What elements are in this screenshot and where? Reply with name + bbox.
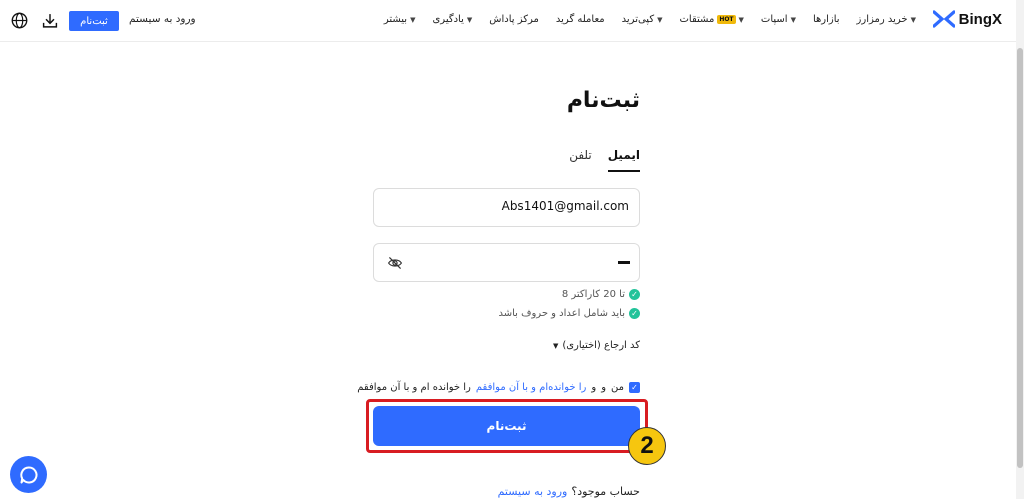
header-login-link[interactable]: ورود به سیستم <box>129 13 196 25</box>
account-question: حساب موجود؟ <box>571 485 640 498</box>
terms-link[interactable]: را خوانده‌ام و با آن موافقم <box>476 382 586 393</box>
nav-item-more[interactable]: بیشتر ▼ <box>384 14 416 25</box>
password-mask <box>618 261 630 264</box>
check-circle-icon: ✓ <box>629 308 640 319</box>
referral-label: کد ارجاع (اختیاری) <box>562 340 640 351</box>
caret-down-icon: ▼ <box>657 15 663 24</box>
nav-item-derivatives[interactable]: مشتقات HOT ▼ <box>679 14 743 25</box>
caret-down-icon: ▼ <box>790 15 796 24</box>
chat-bubble-icon <box>19 465 37 483</box>
terms-suffix: را خوانده ام و با آن موافقم <box>357 382 471 393</box>
email-field[interactable] <box>373 188 640 227</box>
email-input[interactable] <box>389 199 629 213</box>
nav-item-learn[interactable]: یادگیری ▼ <box>432 14 472 25</box>
bingx-logo-icon <box>932 10 955 28</box>
page-title: ثبت‌نام <box>566 88 640 113</box>
caret-down-icon: ▼ <box>738 15 744 24</box>
signup-method-tabs: ایمیل تلفن <box>569 148 640 172</box>
brand-logo[interactable]: BingX <box>932 10 1002 28</box>
signup-submit-button[interactable]: ثبت‌نام <box>373 406 640 446</box>
terms-word-1: و <box>601 382 607 393</box>
caret-down-icon: ▼ <box>466 15 473 24</box>
top-header: ثبت‌نام ورود به سیستم خرید رمزارز ▼ بازار… <box>0 0 1024 42</box>
nav-item-buy-crypto[interactable]: خرید رمزارز ▼ <box>857 14 916 25</box>
step-number-badge: 2 <box>628 427 666 465</box>
terms-prefix: من <box>611 382 624 393</box>
nav-label: بیشتر <box>383 14 408 25</box>
referral-code-toggle[interactable]: کد ارجاع (اختیاری) ▼ <box>553 340 640 351</box>
caret-down-icon: ▼ <box>910 15 916 24</box>
nav-item-grid-trading[interactable]: معامله گرید <box>556 14 605 25</box>
eye-slash-icon[interactable] <box>387 255 403 271</box>
password-field[interactable] <box>373 243 640 282</box>
nav-item-spot[interactable]: اسپات ▼ <box>761 14 796 25</box>
nav-label: مشتقات <box>679 14 715 25</box>
brand-name: BingX <box>958 10 1002 28</box>
main-nav: خرید رمزارز ▼ بازارها اسپات ▼ مشتقات HOT ▼ ک… <box>367 14 916 25</box>
header-signup-button[interactable]: ثبت‌نام <box>69 11 119 31</box>
scrollbar-thumb[interactable] <box>1017 48 1023 468</box>
nav-item-rewards-center[interactable]: مرکز پاداش <box>489 14 539 25</box>
rule-text: 8 تا 20 کاراکتر <box>561 289 625 300</box>
tab-email[interactable]: ایمیل <box>607 148 640 172</box>
nav-label: یادگیری <box>432 14 464 25</box>
nav-label: مرکز پاداش <box>489 14 539 25</box>
nav-item-copy-trade[interactable]: کپی‌ترید ▼ <box>622 14 663 25</box>
login-link[interactable]: ورود به سیستم <box>498 485 568 498</box>
caret-down-icon: ▼ <box>552 341 559 350</box>
tab-phone[interactable]: تلفن <box>569 148 592 172</box>
password-rule-alnum: ✓ باید شامل اعداد و حروف باشد <box>498 308 640 319</box>
nav-label: بازارها <box>812 14 840 25</box>
vertical-scrollbar[interactable] <box>1016 0 1024 499</box>
password-rule-length: ✓ 8 تا 20 کاراکتر <box>562 289 640 300</box>
nav-label: خرید رمزارز <box>856 14 908 25</box>
caret-down-icon: ▼ <box>410 15 416 24</box>
support-chat-button[interactable] <box>10 456 47 493</box>
check-circle-icon: ✓ <box>629 289 640 300</box>
nav-label: کپی‌ترید <box>621 14 655 25</box>
nav-label: معامله گرید <box>555 14 605 25</box>
globe-icon[interactable] <box>11 12 28 29</box>
download-icon[interactable] <box>42 12 58 29</box>
terms-word-2: و <box>591 382 597 393</box>
nav-label: اسپات <box>760 14 788 25</box>
terms-checkbox[interactable]: ✓ <box>629 382 640 393</box>
terms-agreement: ✓ من و و را خوانده‌ام و با آن موافقم را … <box>357 382 640 393</box>
hot-badge: HOT <box>717 15 736 24</box>
existing-account-row: حساب موجود؟ ورود به سیستم <box>498 485 640 498</box>
nav-item-markets[interactable]: بازارها <box>813 14 840 25</box>
rule-text: باید شامل اعداد و حروف باشد <box>498 308 625 319</box>
